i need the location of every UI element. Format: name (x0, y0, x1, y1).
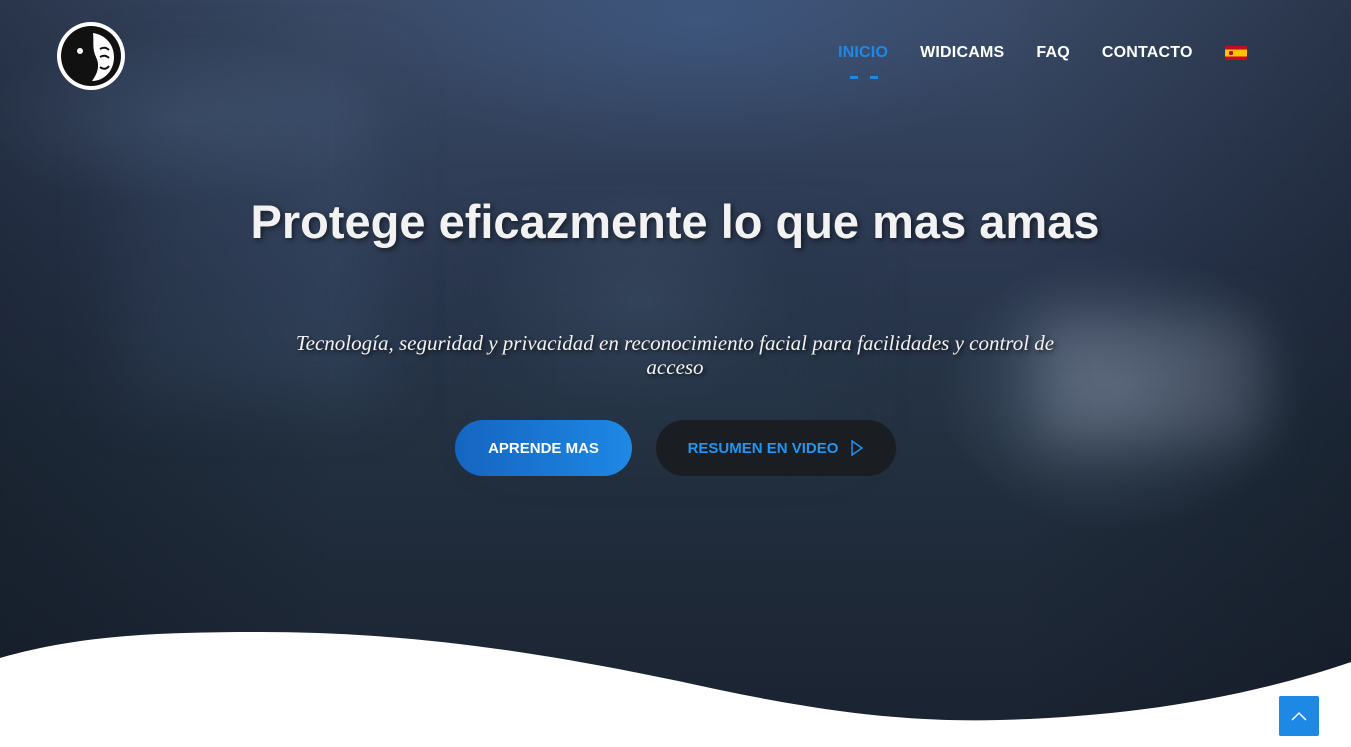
video-summary-button[interactable]: RESUMEN EN VIDEO (656, 420, 896, 476)
nav-item-inicio[interactable]: INICIO (838, 44, 888, 79)
video-summary-label: RESUMEN EN VIDEO (687, 439, 839, 457)
scroll-to-top-button[interactable] (1279, 696, 1319, 736)
play-icon (851, 440, 864, 456)
learn-more-button[interactable]: APRENDE MAS (455, 420, 632, 476)
nav-item-faq[interactable]: FAQ (1036, 44, 1070, 62)
learn-more-label: APRENDE MAS (488, 439, 599, 457)
hero-subtitle: Tecnología, seguridad y privacidad en re… (295, 331, 1055, 379)
nav-item-widicams[interactable]: WIDICAMS (920, 44, 1004, 62)
logo[interactable] (56, 21, 126, 91)
chevron-up-icon (1291, 711, 1307, 721)
spain-flag-icon[interactable] (1224, 46, 1247, 60)
nav-item-contacto[interactable]: CONTACTO (1102, 44, 1193, 62)
hero-wave-divider (0, 632, 1351, 747)
main-nav: INICIO WIDICAMS FAQ CONTACTO (838, 44, 1247, 79)
hero-title: Protege eficazmente lo que mas amas (250, 195, 1100, 248)
